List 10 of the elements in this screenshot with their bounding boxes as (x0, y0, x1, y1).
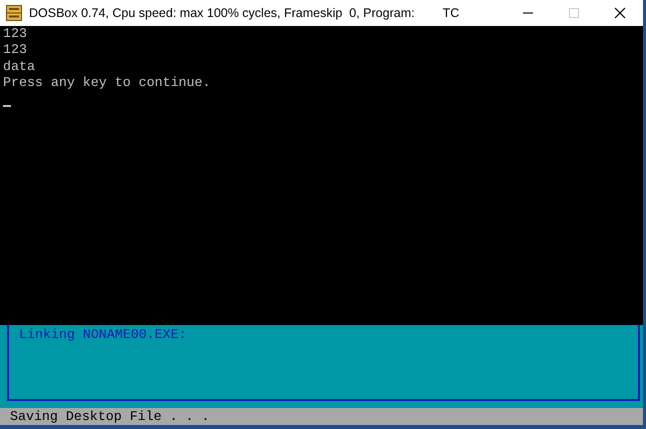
console-line: 123 (3, 26, 27, 42)
window-title: DOSBox 0.74, Cpu speed: max 100% cycles, Frameskip 0, Program: (29, 6, 415, 20)
status-bar: Saving Desktop File . . . (0, 408, 643, 425)
console-line: 123 (3, 42, 27, 59)
message-line: Linking NONAME00.EXE: (19, 327, 187, 343)
console-line: Press any key to continue. (3, 75, 210, 92)
program-name: TC (442, 6, 460, 20)
app-icon (6, 5, 22, 21)
close-icon[interactable] (614, 7, 626, 19)
console-line: data (3, 58, 35, 76)
